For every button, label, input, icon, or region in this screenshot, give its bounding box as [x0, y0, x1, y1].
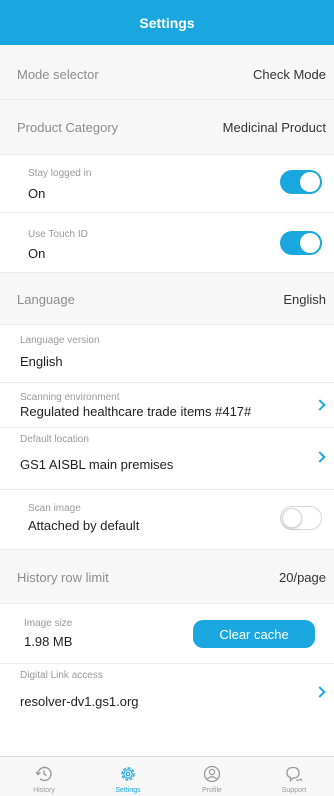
toggle-knob [282, 508, 302, 528]
toggle-knob [300, 172, 320, 192]
toggle-knob [300, 233, 320, 253]
scan-image-value: Attached by default [28, 518, 140, 533]
product-category-row[interactable]: Product Category Medicinal Product [0, 100, 334, 155]
touch-id-label: Use Touch ID [28, 229, 88, 240]
default-location-value: GS1 AISBL main premises [20, 457, 174, 472]
image-size-value: 1.98 MB [24, 634, 73, 649]
history-row-limit-value: 20/page [279, 570, 326, 585]
tab-profile-label: Profile [202, 787, 222, 794]
tab-profile[interactable]: Profile [172, 757, 252, 796]
chevron-right-icon [314, 399, 326, 411]
header-bar: Settings [0, 0, 334, 45]
default-location-label: Default location [20, 434, 89, 445]
history-icon [35, 766, 52, 782]
touch-id-toggle[interactable] [280, 231, 322, 255]
chevron-right-icon [314, 451, 326, 463]
image-size-row: Image size 1.98 MB Clear cache [0, 604, 334, 664]
language-version-label: Language version [20, 335, 100, 346]
mode-selector-value: Check Mode [253, 67, 326, 82]
scanning-environment-label: Scanning environment [20, 392, 120, 403]
language-row[interactable]: Language English [0, 273, 334, 325]
scan-image-row: Scan image Attached by default [0, 490, 334, 550]
tab-support-label: Support [281, 787, 307, 794]
scanning-environment-value: Regulated healthcare trade items #417# [20, 404, 252, 419]
language-value: English [283, 292, 326, 307]
image-size-label: Image size [24, 618, 73, 629]
touch-id-value: On [28, 246, 46, 261]
product-category-value: Medicinal Product [222, 120, 326, 135]
history-row-limit-label: History row limit [17, 570, 109, 585]
profile-icon [203, 765, 221, 783]
digital-link-value: resolver-dv1.gs1.org [20, 694, 139, 709]
scanning-environment-row[interactable]: Scanning environment Regulated healthcar… [0, 383, 334, 428]
stay-logged-in-row: Stay logged in On [0, 155, 334, 213]
stay-logged-in-toggle[interactable] [280, 170, 322, 194]
mode-selector-row[interactable]: Mode selector Check Mode [0, 45, 334, 100]
tab-bar: History Settings Profile Support [0, 756, 334, 796]
tab-settings[interactable]: Settings [88, 757, 168, 796]
digital-link-label: Digital Link access [20, 670, 103, 681]
language-label: Language [17, 292, 75, 307]
digital-link-row[interactable]: Digital Link access resolver-dv1.gs1.org [0, 664, 334, 724]
scan-image-label: Scan image [28, 503, 81, 514]
tab-support[interactable]: Support [254, 757, 334, 796]
tab-history-label: History [33, 787, 55, 794]
page-title: Settings [139, 14, 195, 31]
tab-settings-label: Settings [115, 787, 141, 794]
history-row-limit-row[interactable]: History row limit 20/page [0, 550, 334, 604]
mode-selector-label: Mode selector [17, 67, 99, 82]
gear-icon [121, 767, 135, 781]
support-icon [286, 766, 303, 783]
stay-logged-in-label: Stay logged in [28, 168, 92, 179]
stay-logged-in-value: On [28, 186, 46, 201]
language-version-row[interactable]: Language version English [0, 325, 334, 383]
scan-image-toggle[interactable] [280, 506, 322, 530]
language-version-value: English [20, 354, 63, 369]
clear-cache-button[interactable]: Clear cache [193, 620, 315, 648]
chevron-right-icon [314, 686, 326, 698]
default-location-row[interactable]: Default location GS1 AISBL main premises [0, 428, 334, 490]
product-category-label: Product Category [17, 120, 119, 135]
touch-id-row: Use Touch ID On [0, 213, 334, 273]
tab-history[interactable]: History [4, 757, 84, 796]
